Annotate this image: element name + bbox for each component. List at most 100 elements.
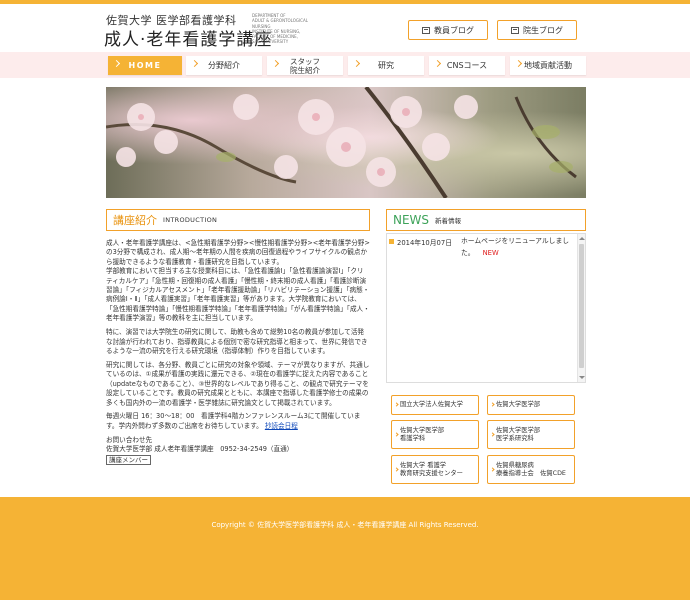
news-text: ホームページをリニューアルしました。 NEW	[461, 235, 575, 259]
nav-research[interactable]: 研究	[348, 56, 424, 75]
link-saga-university[interactable]: 国立大学法人佐賀大学	[391, 395, 479, 415]
link-line: 佐賀県糖尿病	[496, 461, 534, 469]
chevron-right-icon	[514, 59, 523, 68]
blossom-center	[312, 113, 320, 121]
leaf	[216, 152, 236, 162]
faculty-blog-label: 教員ブログ	[434, 25, 474, 35]
chevron-right-icon	[490, 402, 495, 407]
blossom	[154, 130, 178, 154]
link-label: 佐賀大学 看護学 教育研究支援センター	[400, 462, 463, 478]
logo-department-title[interactable]: 成人·老年看護学講座	[104, 25, 272, 50]
link-line: 療養指導士会 佐賀CDE	[496, 469, 566, 477]
link-line: 看護学科	[400, 434, 426, 442]
scroll-up-arrow-icon[interactable]	[579, 237, 585, 240]
nav-band	[0, 52, 690, 78]
nav-cns[interactable]: CNSコース	[429, 56, 505, 75]
logo-english-subtitle: DEPARTMENT OF ADULT & GERONTOLOGICAL NUR…	[252, 13, 318, 45]
blossom-center	[138, 114, 144, 120]
link-saga-cde[interactable]: 佐賀県糖尿病 療養指導士会 佐賀CDE	[487, 455, 575, 484]
nav-field[interactable]: 分野紹介	[186, 56, 262, 75]
blossom	[116, 147, 136, 167]
link-nursing-support-center[interactable]: 佐賀大学 看護学 教育研究支援センター	[391, 455, 479, 484]
cherry-blossom-illustration	[106, 87, 577, 198]
nav-home-label: HOME	[128, 61, 162, 70]
link-label: 国立大学法人佐賀大学	[400, 401, 463, 408]
grad-blog-label: 院生ブログ	[523, 25, 563, 35]
leaf	[532, 125, 560, 139]
chevron-right-icon	[433, 59, 442, 68]
news-heading-box: NEWS 新着情報	[386, 209, 586, 231]
faculty-blog-button[interactable]: 教員ブログ	[408, 20, 488, 40]
scroll-thumb[interactable]	[579, 244, 584, 368]
link-line: 医学系研究科	[496, 434, 534, 442]
nav-community-label: 地域貢献活動	[524, 61, 572, 70]
intro-body: 成人・老年看護学講座は、<急性期看護学分野><慢性期看護学分野><老年看護学分野…	[106, 239, 370, 469]
nav-home[interactable]: HOME	[108, 56, 182, 75]
blossom	[454, 95, 478, 119]
nav-cns-label: CNSコース	[446, 61, 488, 70]
site-footer	[0, 497, 690, 600]
news-title: NEWS	[393, 213, 430, 227]
blossom-center	[402, 108, 410, 116]
grad-blog-button[interactable]: 院生ブログ	[497, 20, 577, 40]
blossom	[422, 133, 450, 161]
member-button[interactable]: 講座メンバー	[106, 454, 151, 465]
link-label: 佐賀大学医学部 看護学科	[400, 427, 444, 443]
contact-label: お問い合わせ先	[106, 435, 153, 444]
nav-staff-label: スタッフ 院生紹介	[290, 57, 320, 75]
blossoms	[116, 94, 478, 187]
link-faculty-of-medicine[interactable]: 佐賀大学医学部	[487, 395, 575, 415]
intro-heading-box: 講座紹介 INTRODUCTION	[106, 209, 370, 231]
contact-block: お問い合わせ先 佐賀大学医学部 成人老年看護学講座 0952-34-2549（直…	[106, 436, 370, 465]
blog-icon	[422, 26, 430, 34]
intro-paragraph: 特に、演習では大学院生の研究に関して、助教も含めて総勢10名の教員が参加して活発…	[106, 328, 368, 355]
link-line: 佐賀大学 看護学	[400, 461, 447, 469]
blossom	[233, 94, 259, 120]
contact-line: 佐賀大学医学部 成人老年看護学講座 0952-34-2549（直通）	[106, 445, 294, 454]
nav-staff-line: スタッフ	[290, 56, 320, 66]
journal-club-schedule-link[interactable]: 抄読会日程	[265, 422, 298, 430]
blossom-center	[377, 168, 385, 176]
intro-p4: 毎週火曜日 16：30〜18：00 看護学科4階カンファレンスルーム3にて開催し…	[106, 412, 361, 430]
intro-p1b: 学部教育において担当する主な授業科目には、「急性看護論Ⅰ」「急性看護論演習Ⅰ」「…	[106, 267, 370, 323]
blossom-center	[341, 142, 351, 152]
chevron-right-icon	[112, 59, 121, 68]
news-scrollbar[interactable]	[577, 234, 585, 382]
chevron-right-icon	[394, 402, 399, 407]
link-label: 佐賀大学医学部	[496, 401, 541, 408]
news-list[interactable]: 2014年10月07日 ホームページをリニューアルしました。 NEW	[386, 233, 586, 383]
news-subtitle: 新着情報	[435, 217, 462, 225]
hero-cherry-blossom-image	[106, 87, 586, 198]
link-nursing-department[interactable]: 佐賀大学医学部 看護学科	[391, 420, 479, 449]
link-graduate-school[interactable]: 佐賀大学医学部 医学系研究科	[487, 420, 575, 449]
news-new-badge: NEW	[482, 249, 499, 257]
chevron-right-icon	[394, 431, 399, 437]
nav-staff[interactable]: スタッフ 院生紹介	[267, 56, 343, 75]
link-line: 教育研究支援センター	[400, 469, 463, 477]
nav-staff-line: 院生紹介	[290, 65, 320, 75]
chevron-right-icon	[490, 466, 495, 472]
intro-p1: 成人・老年看護学講座は、<急性期看護学分野><慢性期看護学分野><老年看護学分野…	[106, 239, 370, 266]
news-bullet-icon	[389, 239, 394, 244]
intro-paragraph: 成人・老年看護学講座は、<急性期看護学分野><慢性期看護学分野><老年看護学分野…	[106, 239, 370, 324]
news-item[interactable]: 2014年10月07日 ホームページをリニューアルしました。 NEW	[389, 237, 575, 259]
intro-title: 講座紹介	[113, 214, 157, 227]
news-date: 2014年10月07日	[397, 239, 452, 247]
nav-field-label: 分野紹介	[208, 61, 240, 70]
chevron-right-icon	[271, 59, 280, 68]
blossom	[274, 155, 298, 179]
link-label: 佐賀県糖尿病 療養指導士会 佐賀CDE	[496, 462, 566, 478]
scroll-down-arrow-icon[interactable]	[579, 376, 585, 379]
site-header: 佐賀大学 医学部看護学科 成人·老年看護学講座 DEPARTMENT OF AD…	[0, 4, 690, 52]
chevron-right-icon	[490, 431, 495, 437]
footer-copyright: Copyright © 佐賀大学医学部看護学科 成人・老年看護学講座 All R…	[211, 521, 479, 529]
chevron-right-icon	[190, 59, 199, 68]
nav-community[interactable]: 地域貢献活動	[510, 56, 586, 75]
logo-sub-line: SAGA UNIVERSITY	[252, 39, 289, 45]
news-text-body: ホームページをリニューアルしました。	[461, 237, 570, 257]
leaf	[549, 161, 573, 173]
chevron-right-icon	[352, 59, 361, 68]
nav-research-label: 研究	[378, 61, 394, 70]
intro-paragraph: 研究に関しては、各分野、教員ごとに研究の対象や領域、テーマが異なりますが、共通し…	[106, 360, 370, 407]
link-label: 佐賀大学医学部 医学系研究科	[496, 427, 540, 443]
